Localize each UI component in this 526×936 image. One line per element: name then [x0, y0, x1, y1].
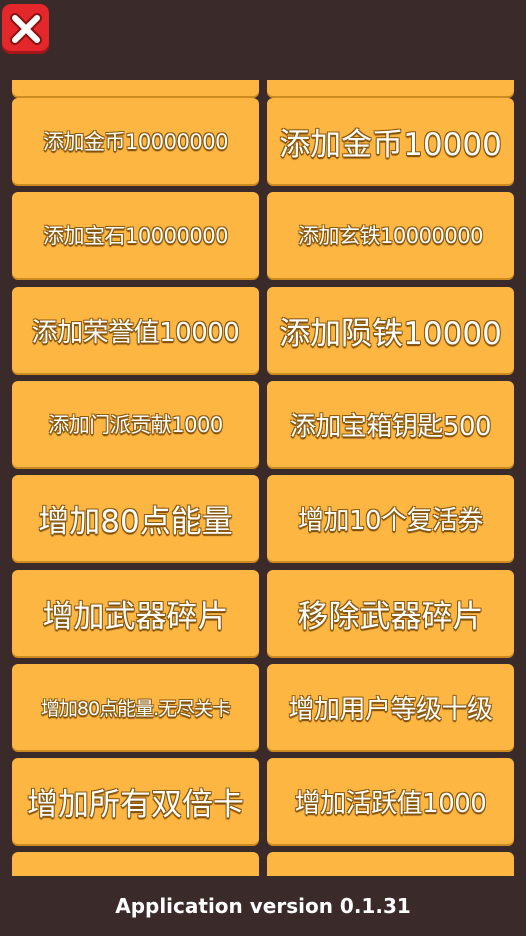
add-honor-button[interactable]: 添加荣誉值10000 — [12, 287, 259, 373]
add-gems-button[interactable]: 添加宝石10000000 — [12, 192, 259, 278]
add-weapon-shards-button[interactable]: 增加武器碎片 — [12, 570, 259, 656]
close-button[interactable] — [2, 4, 49, 54]
tile-partial-bottom-right[interactable] — [267, 852, 514, 876]
add-activity-button[interactable]: 增加活跃值1000 — [267, 758, 514, 844]
remove-weapon-shards-button[interactable]: 移除武器碎片 — [267, 570, 514, 656]
tile-partial-top-left[interactable] — [12, 80, 259, 96]
add-user-level-button[interactable]: 增加用户等级十级 — [267, 664, 514, 750]
add-gold-10000-button[interactable]: 添加金币10000 — [267, 98, 514, 184]
add-double-cards-button[interactable]: 增加所有双倍卡 — [12, 758, 259, 844]
add-meteor-iron-button[interactable]: 添加陨铁10000 — [267, 287, 514, 373]
tile-partial-top-right[interactable] — [267, 80, 514, 96]
add-energy-button[interactable]: 增加80点能量 — [12, 475, 259, 561]
cheat-button-grid[interactable]: 添加金币10000000 添加金币10000 添加宝石10000000 添加玄铁… — [0, 80, 526, 876]
tile-partial-bottom-left[interactable] — [12, 852, 259, 876]
app-version-label: Application version 0.1.31 — [0, 876, 526, 936]
add-dark-iron-button[interactable]: 添加玄铁10000000 — [267, 192, 514, 278]
add-chest-keys-button[interactable]: 添加宝箱钥匙500 — [267, 381, 514, 467]
add-energy-endless-button[interactable]: 增加80点能量.无尽关卡 — [12, 664, 259, 750]
add-revive-tickets-button[interactable]: 增加10个复活券 — [267, 475, 514, 561]
add-gold-10000000-button[interactable]: 添加金币10000000 — [12, 98, 259, 184]
close-x-icon — [9, 13, 42, 45]
add-sect-contribution-button[interactable]: 添加门派贡献1000 — [12, 381, 259, 467]
